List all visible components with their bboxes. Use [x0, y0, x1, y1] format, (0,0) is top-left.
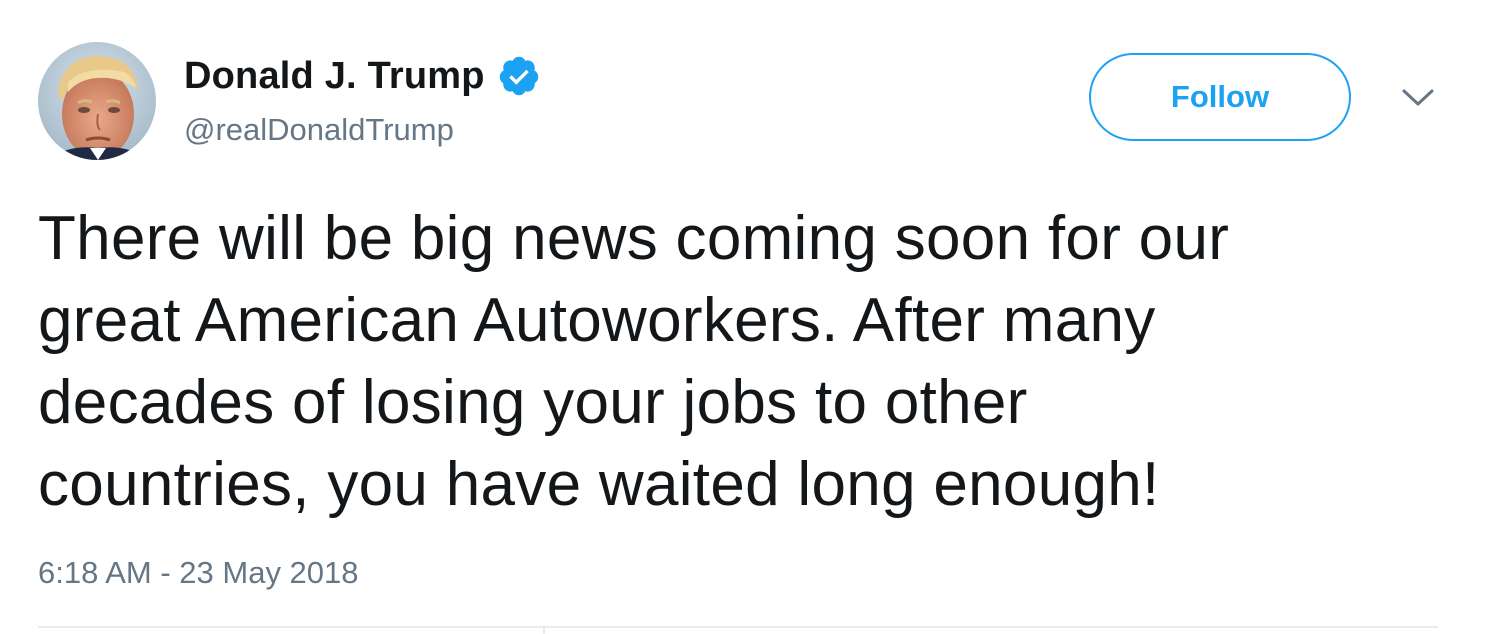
author-avatar[interactable]: [38, 42, 156, 160]
divider: [38, 626, 1438, 628]
tweet-timestamp[interactable]: 6:18 AM - 23 May 2018: [38, 555, 359, 591]
verified-badge-icon: [497, 54, 541, 98]
tweet-text-line: There will be big news coming soon for o…: [38, 204, 1230, 273]
divider-tick: [543, 626, 545, 634]
author-name-row[interactable]: Donald J. Trump: [184, 50, 541, 102]
tweet-text-line: countries, you have waited long enough!: [38, 450, 1160, 519]
follow-button[interactable]: Follow: [1089, 53, 1351, 141]
chevron-down-icon[interactable]: [1400, 86, 1436, 110]
tweet-text-line: decades of losing your jobs to other: [38, 368, 1028, 437]
tweet-text-line: great American Autoworkers. After many: [38, 286, 1156, 355]
avatar-photo-icon: [38, 42, 156, 160]
tweet-card: Donald J. Trump @realDonaldTrump Follow …: [0, 0, 1500, 634]
author-handle[interactable]: @realDonaldTrump: [184, 112, 454, 148]
tweet-text: There will be big news coming soon for o…: [38, 198, 1458, 526]
author-display-name[interactable]: Donald J. Trump: [184, 55, 485, 98]
